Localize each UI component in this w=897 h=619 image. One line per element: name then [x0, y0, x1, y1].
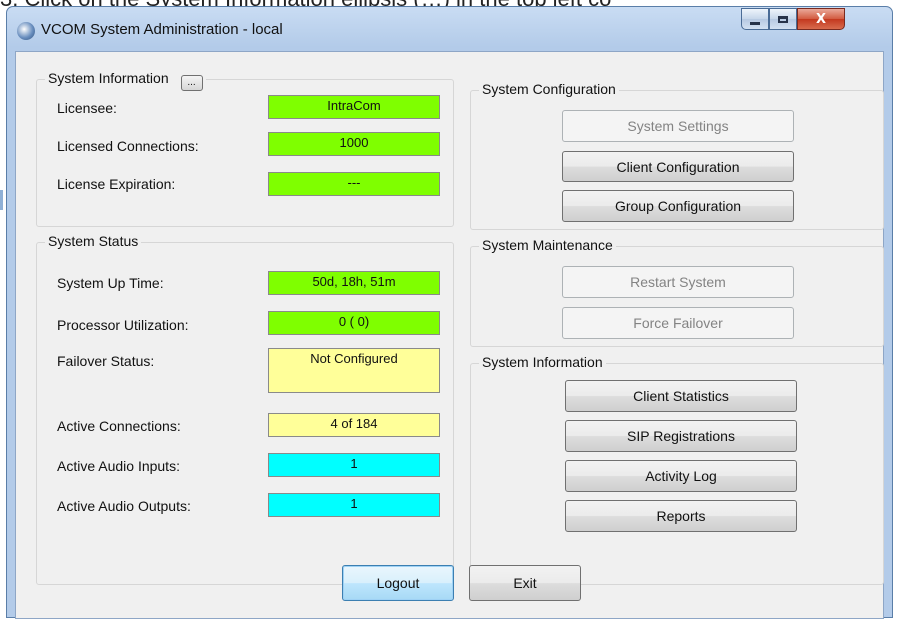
licensee-value: IntraCom	[268, 95, 440, 119]
active-connections-label: Active Connections:	[57, 418, 181, 434]
active-audio-inputs-value: 1	[268, 453, 440, 477]
close-icon: X	[815, 11, 827, 27]
active-audio-inputs-label: Active Audio Inputs:	[57, 458, 180, 474]
licensed-connections-value: 1000	[268, 132, 440, 156]
processor-utilization-label: Processor Utilization:	[57, 317, 189, 333]
processor-utilization-value: 0 ( 0)	[268, 311, 440, 335]
system-configuration-group-title: System Configuration	[479, 81, 619, 97]
group-configuration-button[interactable]: Group Configuration	[562, 190, 794, 222]
active-audio-outputs-value: 1	[268, 493, 440, 517]
minimize-icon	[750, 22, 760, 25]
logout-button[interactable]: Logout	[342, 565, 454, 601]
system-status-group: System Status System Up Time: 50d, 18h, …	[36, 233, 454, 585]
force-failover-button[interactable]: Force Failover	[562, 307, 794, 339]
license-expiration-label: License Expiration:	[57, 176, 176, 192]
failover-status-label: Failover Status:	[57, 353, 155, 369]
exit-button[interactable]: Exit	[469, 565, 581, 601]
reports-button[interactable]: Reports	[565, 500, 797, 532]
license-expiration-value: ---	[268, 172, 440, 196]
licensed-connections-label: Licensed Connections:	[57, 138, 199, 154]
client-configuration-button[interactable]: Client Configuration	[562, 151, 794, 182]
sip-registrations-button[interactable]: SIP Registrations	[565, 420, 797, 452]
system-information-group: System Information ... Licensee: IntraCo…	[36, 70, 454, 227]
failover-status-value: Not Configured	[268, 348, 440, 393]
system-maintenance-group-title: System Maintenance	[479, 237, 616, 253]
system-information-ellipsis-button[interactable]: ...	[180, 75, 203, 91]
active-audio-outputs-label: Active Audio Outputs:	[57, 498, 191, 514]
system-information-tools-group-title: System Information	[479, 354, 606, 370]
restart-system-button[interactable]: Restart System	[562, 266, 794, 298]
system-information-group-title: System Information ...	[45, 70, 206, 91]
system-up-time-label: System Up Time:	[57, 275, 164, 291]
app-window: VCOM System Administration - local X Sys…	[6, 6, 893, 619]
app-icon	[17, 22, 35, 40]
title-bar[interactable]: VCOM System Administration - local X	[7, 7, 892, 51]
system-settings-button[interactable]: System Settings	[562, 110, 794, 142]
licensee-label: Licensee:	[57, 100, 117, 116]
system-maintenance-group: System Maintenance Restart System Force …	[470, 237, 884, 347]
window-client-area: System Information ... Licensee: IntraCo…	[15, 51, 884, 619]
active-connections-value: 4 of 184	[268, 413, 440, 437]
system-status-group-title: System Status	[45, 233, 142, 249]
window-title: VCOM System Administration - local	[41, 21, 283, 38]
system-information-title-text: System Information	[48, 70, 169, 86]
maximize-button[interactable]	[769, 8, 797, 30]
client-statistics-button[interactable]: Client Statistics	[565, 380, 797, 412]
system-information-tools-group: System Information Client Statistics SIP…	[470, 354, 884, 585]
desktop-edge-marker	[0, 190, 3, 210]
maximize-icon	[778, 15, 788, 23]
minimize-button[interactable]	[741, 8, 769, 30]
close-button[interactable]: X	[797, 8, 845, 30]
system-configuration-group: System Configuration System Settings Cli…	[470, 81, 884, 230]
activity-log-button[interactable]: Activity Log	[565, 460, 797, 492]
system-up-time-value: 50d, 18h, 51m	[268, 271, 440, 295]
